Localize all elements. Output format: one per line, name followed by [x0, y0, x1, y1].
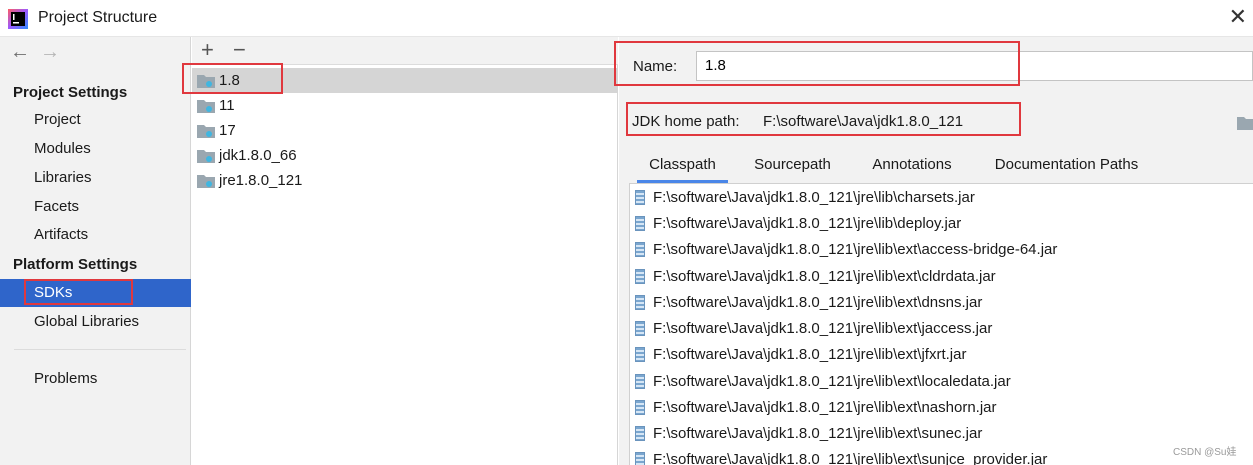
forward-arrow-icon[interactable]: → — [40, 41, 70, 64]
sdk-item-label: 11 — [219, 97, 235, 114]
sidebar-divider — [14, 349, 186, 350]
watermark: CSDN @Su娃 — [1173, 447, 1237, 458]
minus-icon[interactable]: − — [233, 38, 246, 62]
sdk-tabs: Classpath Sourcepath Annotations Documen… — [619, 150, 1253, 183]
jar-icon — [635, 295, 645, 310]
sidebar-item-modules[interactable]: Modules — [0, 135, 191, 163]
sdk-item-1-8[interactable]: 1.8 — [192, 68, 618, 93]
folder-icon[interactable] — [1237, 115, 1253, 130]
sdk-toolbar: + − — [192, 37, 618, 65]
sdk-folder-icon — [197, 75, 215, 88]
intellij-icon — [8, 9, 28, 29]
sidebar-item-problems[interactable]: Problems — [0, 365, 191, 393]
platform-settings-header: Platform Settings — [13, 256, 138, 273]
sdk-item-label: 17 — [219, 122, 236, 139]
sidebar-item-facets[interactable]: Facets — [0, 193, 191, 221]
list-item[interactable]: F:\software\Java\jdk1.8.0_121\jre\lib\ex… — [630, 447, 1253, 465]
list-item[interactable]: F:\software\Java\jdk1.8.0_121\jre\lib\ex… — [630, 421, 1253, 447]
sdk-item-17[interactable]: 17 — [192, 118, 618, 143]
tab-annotations[interactable]: Annotations — [857, 150, 967, 183]
plus-icon[interactable]: + — [201, 38, 214, 62]
list-item[interactable]: F:\software\Java\jdk1.8.0_121\jre\lib\ch… — [630, 185, 1253, 211]
sdk-item-jre1-8-0-121[interactable]: jre1.8.0_121 — [192, 168, 618, 193]
classpath-entry: F:\software\Java\jdk1.8.0_121\jre\lib\ex… — [653, 425, 983, 442]
classpath-entry: F:\software\Java\jdk1.8.0_121\jre\lib\ex… — [653, 320, 993, 337]
name-label: Name: — [633, 58, 678, 75]
tab-classpath[interactable]: Classpath — [637, 150, 728, 183]
classpath-entry: F:\software\Java\jdk1.8.0_121\jre\lib\ex… — [653, 268, 996, 285]
sdk-details-panel: Name: 1.8 JDK home path: F:\software\Jav… — [619, 37, 1253, 465]
sidebar-item-sdks[interactable]: SDKs — [0, 279, 191, 307]
close-icon[interactable]: ✕ — [1229, 5, 1247, 29]
classpath-entry: F:\software\Java\jdk1.8.0_121\jre\lib\ex… — [653, 294, 983, 311]
sdk-folder-icon — [197, 175, 215, 188]
nav-arrows: ← → — [10, 41, 70, 64]
list-item[interactable]: F:\software\Java\jdk1.8.0_121\jre\lib\de… — [630, 211, 1253, 237]
jar-icon — [635, 321, 645, 336]
list-item[interactable]: F:\software\Java\jdk1.8.0_121\jre\lib\ex… — [630, 342, 1253, 368]
list-item[interactable]: F:\software\Java\jdk1.8.0_121\jre\lib\ex… — [630, 290, 1253, 316]
sdk-list-panel: + − 1.8 11 17 jdk1.8.0_66 jre1.8.0_121 — [192, 37, 618, 465]
back-arrow-icon[interactable]: ← — [10, 41, 40, 64]
sdk-item-label: jdk1.8.0_66 — [219, 147, 297, 164]
classpath-list[interactable]: F:\software\Java\jdk1.8.0_121\jre\lib\ch… — [629, 183, 1253, 465]
jar-icon — [635, 426, 645, 441]
window-title: Project Structure — [38, 9, 158, 26]
sidebar-item-libraries[interactable]: Libraries — [0, 164, 191, 192]
jar-icon — [635, 269, 645, 284]
tab-documentation-paths[interactable]: Documentation Paths — [979, 150, 1154, 183]
sdk-item-11[interactable]: 11 — [192, 93, 618, 118]
settings-sidebar: ← → Project Settings Project Modules Libr… — [0, 37, 191, 465]
project-settings-header: Project Settings — [13, 84, 128, 101]
sdk-item-jdk1-8-0-66[interactable]: jdk1.8.0_66 — [192, 143, 618, 168]
list-item[interactable]: F:\software\Java\jdk1.8.0_121\jre\lib\ex… — [630, 369, 1253, 395]
jar-icon — [635, 400, 645, 415]
sdk-folder-icon — [197, 150, 215, 163]
classpath-entry: F:\software\Java\jdk1.8.0_121\jre\lib\ex… — [653, 451, 1048, 465]
name-field[interactable]: 1.8 — [696, 51, 1253, 81]
classpath-entry: F:\software\Java\jdk1.8.0_121\jre\lib\ex… — [653, 346, 967, 363]
classpath-entry: F:\software\Java\jdk1.8.0_121\jre\lib\ex… — [653, 241, 1058, 258]
classpath-entry: F:\software\Java\jdk1.8.0_121\jre\lib\ex… — [653, 399, 997, 416]
classpath-entry: F:\software\Java\jdk1.8.0_121\jre\lib\de… — [653, 215, 962, 232]
sidebar-item-global-libraries[interactable]: Global Libraries — [0, 308, 191, 336]
list-item[interactable]: F:\software\Java\jdk1.8.0_121\jre\lib\ex… — [630, 395, 1253, 421]
jdk-home-label: JDK home path: — [632, 113, 740, 130]
list-item[interactable]: F:\software\Java\jdk1.8.0_121\jre\lib\ex… — [630, 264, 1253, 290]
sdk-item-label: jre1.8.0_121 — [219, 172, 303, 189]
classpath-entry: F:\software\Java\jdk1.8.0_121\jre\lib\ex… — [653, 373, 1011, 390]
jar-icon — [635, 452, 645, 465]
sdk-folder-icon — [197, 100, 215, 113]
sidebar-item-project[interactable]: Project — [0, 106, 191, 134]
classpath-entry: F:\software\Java\jdk1.8.0_121\jre\lib\ch… — [653, 189, 975, 206]
jar-icon — [635, 242, 645, 257]
jdk-home-path-field[interactable]: F:\software\Java\jdk1.8.0_121 — [755, 108, 1235, 136]
list-item[interactable]: F:\software\Java\jdk1.8.0_121\jre\lib\ex… — [630, 237, 1253, 263]
jar-icon — [635, 216, 645, 231]
sdk-folder-icon — [197, 125, 215, 138]
list-item[interactable]: F:\software\Java\jdk1.8.0_121\jre\lib\ex… — [630, 316, 1253, 342]
sdk-item-label: 1.8 — [219, 72, 240, 89]
jar-icon — [635, 190, 645, 205]
title-bar: Project Structure ✕ — [0, 0, 1253, 37]
jar-icon — [635, 374, 645, 389]
tab-sourcepath[interactable]: Sourcepath — [740, 150, 845, 183]
jar-icon — [635, 347, 645, 362]
sidebar-item-artifacts[interactable]: Artifacts — [0, 221, 191, 249]
